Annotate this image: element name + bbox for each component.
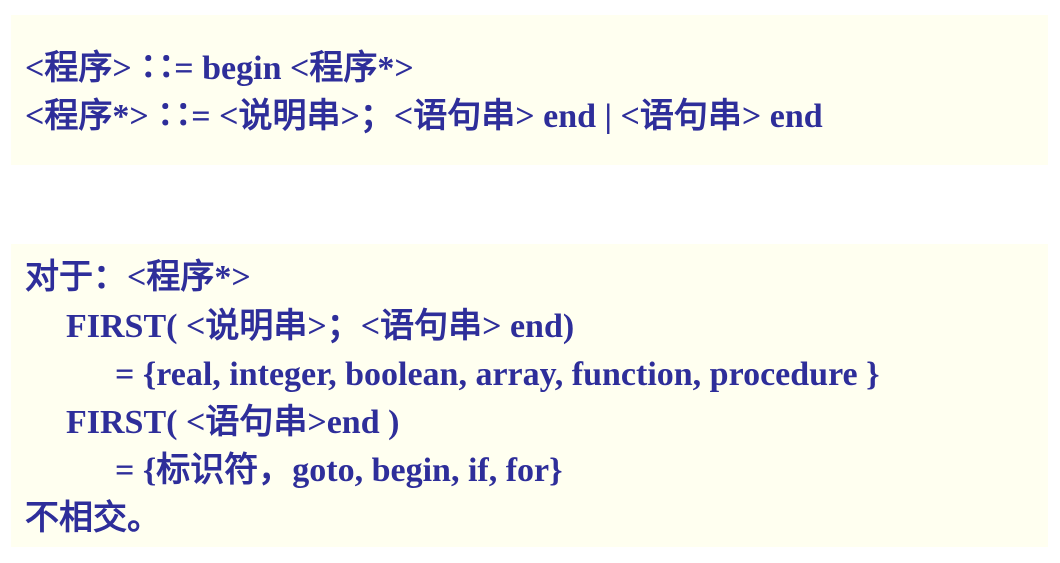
for-program-star-heading: 对于：<程序*> <box>25 259 251 296</box>
grammar-box: <程序> ∷= begin <程序*> <程序*> ∷= <说明串>；<语句串>… <box>11 15 1048 165</box>
first-declaration-set: = {real, integer, boolean, array, functi… <box>115 356 880 393</box>
grammar-rule-program-star: <程序*> ∷= <说明串>；<语句串> end | <语句串> end <box>25 98 823 135</box>
first-set-box: 对于：<程序*> FIRST( <说明串>；<语句串> end) = {real… <box>11 244 1048 547</box>
disjoint-conclusion: 不相交。 <box>25 500 161 537</box>
grammar-rule-program: <程序> ∷= begin <程序*> <box>25 50 414 87</box>
first-statement-set: = {标识符，goto, begin, if, for} <box>115 452 563 489</box>
first-declaration-branch: FIRST( <说明串>；<语句串> end) <box>66 308 575 345</box>
first-statement-branch: FIRST( <语句串>end ) <box>66 404 400 441</box>
